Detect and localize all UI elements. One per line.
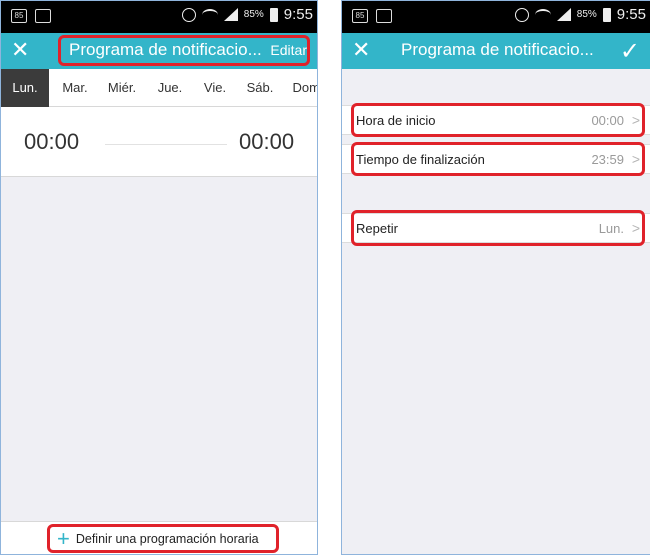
add-schedule-label: Definir una programación horaria	[75, 532, 259, 546]
title-bar: ✕ Programa de notificacio... Editar	[1, 33, 317, 69]
setting-value: Lun.	[598, 221, 624, 236]
bottom-bar: + Definir una programación horaria	[1, 521, 317, 554]
alarm-icon	[514, 7, 529, 22]
start-time: 00:00	[24, 129, 80, 154]
battery-icon	[269, 7, 278, 22]
close-icon[interactable]: ✕	[352, 37, 370, 63]
tab-tuesday[interactable]: Mar.	[55, 69, 95, 107]
close-icon[interactable]: ✕	[11, 37, 29, 63]
day-tabs: Lun. Mar. Miér. Jue. Vie. Sáb. Dom	[1, 69, 317, 107]
status-time: 9:55	[616, 6, 646, 23]
plus-icon: +	[57, 526, 70, 551]
add-schedule-button[interactable]: + Definir una programación horaria	[57, 526, 259, 551]
signal-icon	[556, 8, 571, 21]
tab-sunday[interactable]: Dom	[284, 69, 317, 107]
chevron-right-icon: >	[631, 112, 640, 128]
battery-icon	[602, 7, 611, 22]
status-bar: 85 85% 9:55	[342, 1, 650, 33]
image-icon	[35, 9, 51, 23]
battery-percent: 85%	[576, 9, 597, 20]
setting-label: Tiempo de finalización	[356, 152, 485, 167]
status-bar: 85 85% 9:55	[1, 1, 317, 33]
phone-right-screen: 85 85% 9:55 ✕ Programa de notificacio...…	[341, 0, 650, 555]
chevron-right-icon: >	[631, 151, 640, 167]
notification-icon: 85	[11, 9, 27, 23]
chevron-right-icon: >	[631, 220, 640, 236]
title-bar: ✕ Programa de notificacio... ✓	[342, 33, 650, 69]
setting-label: Repetir	[356, 221, 398, 236]
alarm-icon	[181, 7, 196, 22]
phone-left-screen: 85 85% 9:55 ✕ Programa de notificacio...…	[0, 0, 318, 555]
tab-friday[interactable]: Vie.	[195, 69, 235, 107]
tab-wednesday[interactable]: Miér.	[100, 69, 144, 107]
edit-button[interactable]: Editar	[270, 42, 307, 58]
time-divider	[105, 144, 227, 145]
image-icon	[376, 9, 392, 23]
setting-value: 23:59	[591, 152, 624, 167]
page-title: Programa de notificacio...	[69, 40, 262, 59]
setting-value: 00:00	[591, 113, 624, 128]
setting-repeat[interactable]: Repetir Lun. >	[342, 213, 650, 243]
notification-icon: 85	[352, 9, 368, 23]
page-title: Programa de notificacio...	[401, 40, 594, 59]
status-time: 9:55	[283, 6, 313, 23]
schedule-time-row[interactable]: 00:00 00:00	[1, 107, 317, 177]
wifi-icon	[201, 8, 218, 21]
battery-percent: 85%	[243, 9, 264, 20]
wifi-icon	[534, 8, 551, 21]
end-time: 00:00	[239, 129, 295, 154]
tab-thursday[interactable]: Jue.	[150, 69, 190, 107]
check-icon[interactable]: ✓	[620, 37, 640, 66]
tab-monday[interactable]: Lun.	[1, 69, 49, 107]
setting-start-time[interactable]: Hora de inicio 00:00 >	[342, 105, 650, 135]
setting-end-time[interactable]: Tiempo de finalización 23:59 >	[342, 144, 650, 174]
signal-icon	[223, 8, 238, 21]
setting-label: Hora de inicio	[356, 113, 436, 128]
schedule-list-empty	[1, 177, 317, 521]
tab-saturday[interactable]: Sáb.	[240, 69, 280, 107]
